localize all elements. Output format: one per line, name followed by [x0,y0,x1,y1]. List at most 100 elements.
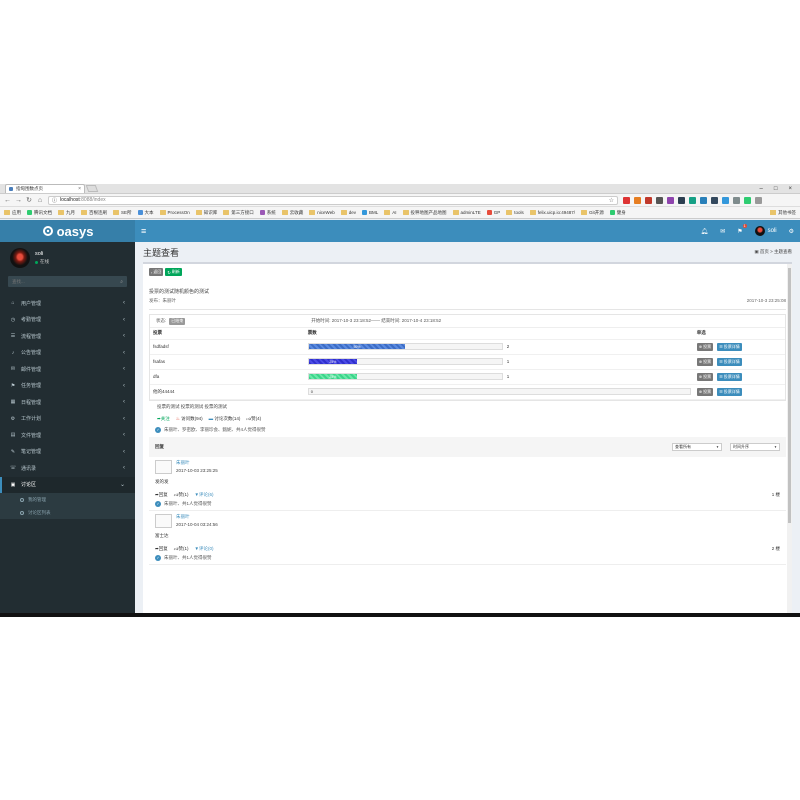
bookmark-item[interactable]: GP [486,210,500,215]
extension-icon[interactable] [689,196,696,204]
vote-button[interactable]: ⊕ 投票 [696,342,714,351]
reply-likers-text: 朱丽叶、共1人觉得很赞 [164,554,212,560]
bookmarks-more[interactable]: 其他书签 [770,210,796,216]
like-button[interactable]: 👍︎赞(4) [246,416,261,422]
bookmark-item[interactable]: 九月 [58,210,75,216]
sidebar-item[interactable]: ✎ 笔记管理 ‹ [0,444,135,461]
envelope-icon[interactable]: ✉ [720,228,725,235]
scrollbar[interactable] [787,264,792,617]
reply-button[interactable]: ➦回复 [155,546,168,552]
sidebar-item[interactable]: ☏ 通讯录 ‹ [0,460,135,477]
extension-icon[interactable] [711,196,718,204]
comments-toggle[interactable]: ▼评论(0) [194,546,213,552]
bookmark-item[interactable]: 知识库 [195,210,217,216]
bookmark-star-icon[interactable]: ☆ [609,197,614,204]
home-icon[interactable]: ⌂ [37,197,43,204]
gears-icon[interactable]: ⚙ [789,228,794,235]
new-tab-button[interactable] [85,185,99,192]
url-input[interactable]: ⓘ localhost:8088/index ☆ [48,195,618,205]
vote-detail-button[interactable]: ☰ 投票详情 [717,342,742,351]
extension-icon[interactable] [623,196,630,204]
close-icon[interactable]: × [78,186,81,192]
minimize-icon[interactable]: – [760,186,763,192]
sidebar-item[interactable]: ♪ 公告管理 ‹ [0,345,135,362]
bookmark-item[interactable]: BML [361,210,378,215]
bookmark-item[interactable]: 腾讯文档 [27,210,52,216]
bookmark-item[interactable]: 系统 [259,210,276,216]
sidebar-subitem-my-manage[interactable]: 我的管理 [0,493,135,506]
bookmark-item[interactable]: 大本 [137,210,154,216]
reload-icon[interactable]: ↻ [26,196,32,204]
reply-author[interactable]: 朱丽叶 [176,514,218,520]
sidebar-item[interactable]: ⚑ 任务管理 ‹ [0,378,135,395]
vote-count: 1 [506,359,510,364]
vote-button[interactable]: ⊕ 投票 [696,372,714,381]
vote-detail-button[interactable]: ☰ 投票详情 [717,387,742,396]
refresh-button[interactable]: ↻ 刷新 [165,268,182,276]
hamburger-icon[interactable]: ≡ [141,226,146,236]
extension-icon[interactable] [733,196,740,204]
extension-icon[interactable] [700,196,707,204]
vote-option-name: 他的44444 [150,384,305,400]
extension-icon[interactable] [678,196,685,204]
sidebar-item[interactable]: ⚙ 工作计划 ‹ [0,411,135,428]
sidebar-item[interactable]: ▤ 文件管理 ‹ [0,427,135,444]
bookmark-item[interactable]: 百根连刷 [81,210,107,216]
sidebar-item[interactable]: ◷ 考勤管理 ‹ [0,312,135,329]
like-button[interactable]: 👍︎赞(1) [174,492,189,498]
bookmark-item[interactable]: tools [506,210,524,215]
bookmark-item[interactable]: Git开源 [581,210,604,216]
search-input[interactable] [12,279,121,284]
bookmark-item[interactable]: ProcessOn [159,210,190,215]
topic-stats: ➦关注 ♨ 访问数(94) ▬ 讨论次数(14) 👍︎赞(4) [149,416,786,422]
forward-icon[interactable]: → [15,197,22,204]
brand-logo[interactable]: oasys [0,220,135,242]
sidebar-item[interactable]: ☰ 流程管理 ‹ [0,328,135,345]
menu-icon[interactable] [755,196,762,204]
reply-author[interactable]: 朱丽叶 [176,460,218,466]
bookmark-item[interactable]: dev [340,210,356,215]
filter-select[interactable]: 查看所有 ▼ [672,442,722,451]
bookmark-item[interactable]: 投秤地图产品地图 [402,210,447,216]
vote-detail-button[interactable]: ☰ 投票详情 [717,372,742,381]
search-icon[interactable]: ⌕ [120,279,123,285]
bookmark-item[interactable]: 第三方接口 [223,210,254,216]
sidebar-item-discussion[interactable]: ▣ 讨论区 ⌄ [0,476,135,493]
bookmark-item[interactable]: niceWeb [309,210,335,215]
bookmark-item[interactable]: AI [384,210,397,215]
like-button[interactable]: 👍︎赞(1) [174,546,189,552]
sidebar-item[interactable]: ▦ 日程管理 ‹ [0,394,135,411]
extension-icon[interactable] [645,196,652,204]
browser-tab[interactable]: 指甸围数点页 × [5,184,85,193]
close-window-icon[interactable]: × [788,186,792,192]
vote-button[interactable]: ⊕ 投票 [696,387,714,396]
vote-button[interactable]: ⊕ 投票 [696,357,714,366]
back-button[interactable]: ‹ 返回 [149,268,164,276]
extension-icon[interactable] [667,196,674,204]
bell-icon[interactable]: 🔔︎ [701,228,709,235]
sidebar-item[interactable]: ⌂ 用户管理 ‹ [0,295,135,312]
sidebar-item[interactable]: ✉ 邮件管理 ‹ [0,361,135,378]
scrollbar-thumb[interactable] [788,268,791,523]
sort-select[interactable]: 时间升序 ▼ [730,442,780,451]
back-icon[interactable]: ← [4,197,11,204]
vote-detail-button[interactable]: ☰ 投票详情 [717,357,742,366]
bookmark-item[interactable]: adminLTE [452,210,481,215]
reply-button[interactable]: ➦回复 [155,492,168,498]
sidebar-subitem-discussion-list[interactable]: 讨论区列表 [0,506,135,519]
bookmark-item[interactable]: 应用 [4,210,21,216]
comments-toggle[interactable]: ▼评论(6) [194,492,213,498]
bookmark-item[interactable]: felix.uicp.io:49487/ [529,210,575,215]
maximize-icon[interactable]: □ [774,186,778,192]
breadcrumb[interactable]: ▣ 首页 > 主题查看 [754,249,792,255]
extension-icon[interactable] [744,196,751,204]
bookmark-item[interactable]: 云收藏 [281,210,303,216]
extension-icon[interactable] [634,196,641,204]
user-menu[interactable]: soli [754,226,777,236]
bookmark-item[interactable]: 健身 [609,210,626,216]
flag-icon[interactable]: ⚑ 1 [737,223,747,235]
extension-icon[interactable] [722,196,729,204]
extension-icon[interactable] [656,196,663,204]
bookmark-item[interactable]: SE所 [113,210,132,216]
follow-button[interactable]: ➦关注 [157,416,170,422]
